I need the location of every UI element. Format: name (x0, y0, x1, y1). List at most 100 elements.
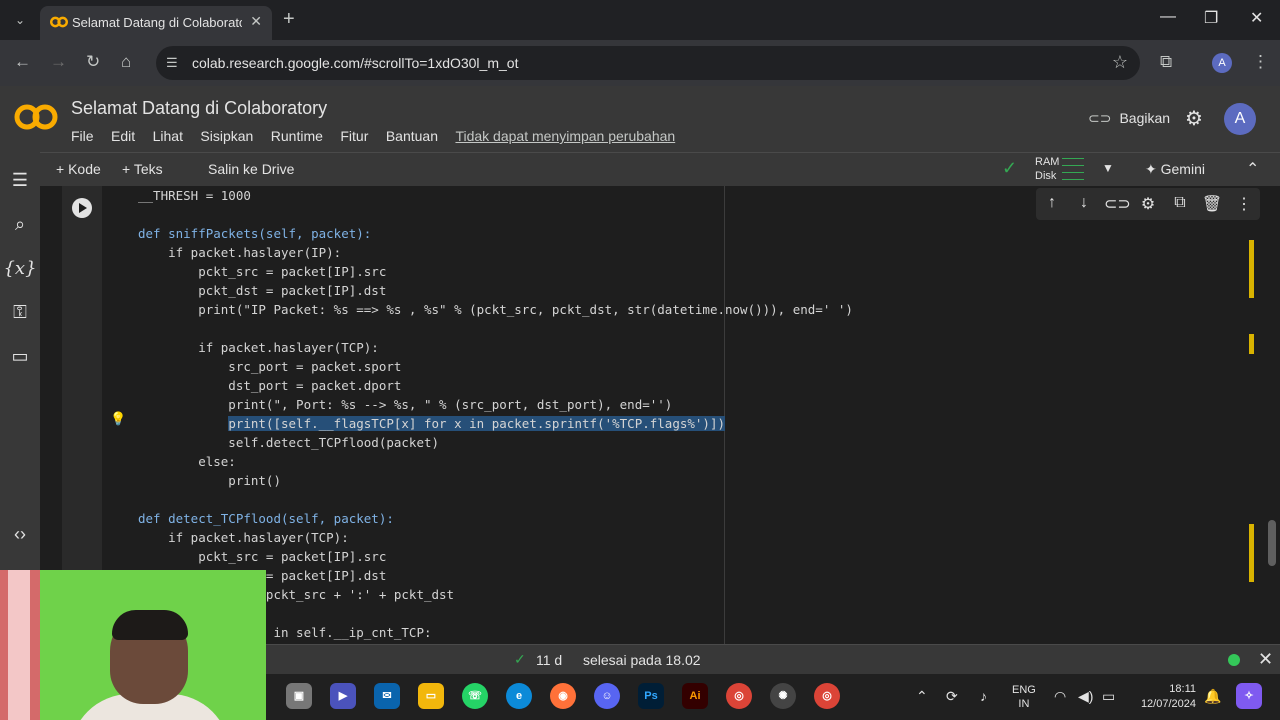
run-cell-button[interactable] (72, 198, 92, 218)
code-line[interactable]: if packet.haslayer(TCP): (138, 528, 853, 547)
whatsapp-icon[interactable]: ☏ (462, 683, 488, 709)
menu-edit[interactable]: Edit (111, 128, 135, 144)
files-folder-icon[interactable]: ▭ (0, 346, 40, 367)
add-text-button[interactable]: + Teks (122, 161, 163, 177)
mail-icon[interactable]: ✉ (374, 683, 400, 709)
illustrator-icon[interactable]: Ai (682, 683, 708, 709)
meet-icon[interactable]: ▶ (330, 683, 356, 709)
table-of-contents-icon[interactable]: ☰ (0, 170, 40, 191)
code-line[interactable]: def detect_TCPflood(self, packet): (138, 509, 853, 528)
code-line[interactable]: __THRESH = 1000 (138, 186, 853, 205)
code-snippets-icon[interactable]: ‹› (0, 524, 40, 545)
collapse-header-icon[interactable]: ⌃ (1246, 159, 1259, 179)
code-line[interactable]: if packet.haslayer(IP): (138, 243, 853, 262)
bookmark-star-icon[interactable]: ☆ (1112, 52, 1128, 73)
browser-menu-icon[interactable]: ⋮ (1252, 52, 1269, 72)
menu-file[interactable]: File (71, 128, 94, 144)
code-line[interactable]: print([self.__flagsTCP[x] for x in packe… (138, 414, 853, 433)
add-code-button[interactable]: + Kode (56, 161, 101, 177)
ram-meter (1062, 158, 1084, 166)
notebook-title[interactable]: Selamat Datang di Colaboratory (71, 98, 327, 119)
tab-close-icon[interactable]: ✕ (250, 13, 262, 30)
colab-logo-icon[interactable] (14, 102, 58, 132)
reload-icon[interactable]: ↻ (86, 52, 100, 72)
photoshop-icon[interactable]: Ps (638, 683, 664, 709)
user-avatar[interactable]: A (1224, 103, 1256, 135)
mirror-cell-icon[interactable]: ⧉ (1168, 194, 1192, 212)
code-line[interactable]: src_port = packet.sport (138, 357, 853, 376)
copilot-icon[interactable]: ✧ (1236, 683, 1262, 709)
menu-runtime[interactable]: Runtime (271, 128, 323, 144)
code-line[interactable]: print("IP Packet: %s ==> %s , %s" % (pck… (138, 300, 853, 319)
gemini-button[interactable]: ✦ Gemini (1145, 161, 1205, 178)
code-line[interactable]: self.detect_TCPflood(packet) (138, 433, 853, 452)
runtime-dropdown-icon[interactable]: ▼ (1102, 161, 1114, 175)
scroll-marker (1249, 524, 1254, 582)
site-info-icon[interactable]: ☰ (166, 55, 178, 71)
menu-help[interactable]: Bantuan (386, 128, 438, 144)
resource-monitor[interactable]: RAM Disk (1035, 155, 1059, 183)
address-bar[interactable]: ☰ colab.research.google.com/#scrollTo=1x… (156, 46, 1140, 80)
forward-icon[interactable]: → (50, 52, 67, 72)
share-button[interactable]: ⊂⊃ Bagikan (1088, 110, 1170, 127)
task-view-icon[interactable]: ▣ (286, 683, 312, 709)
chrome-icon[interactable]: ◎ (726, 683, 752, 709)
openai-icon[interactable]: ✺ (770, 683, 796, 709)
extensions-icon[interactable]: ⧉ (1160, 52, 1172, 72)
delete-cell-icon[interactable]: 🗑 (1200, 194, 1224, 214)
volume-icon[interactable]: ◀) (1078, 688, 1093, 705)
unsaved-changes-link[interactable]: Tidak dapat menyimpan perubahan (455, 128, 675, 144)
code-line[interactable]: dst_port = packet.dport (138, 376, 853, 395)
minimize-icon[interactable]: — (1160, 8, 1176, 26)
notification-bell-icon[interactable]: 🔔 (1204, 688, 1221, 705)
tab-search-icon[interactable]: ⌄ (8, 8, 32, 32)
browser-profile-avatar[interactable]: A (1212, 53, 1232, 73)
file-explorer-icon[interactable]: ▭ (418, 683, 444, 709)
code-line[interactable] (138, 490, 853, 509)
menu-tools[interactable]: Fitur (340, 128, 368, 144)
settings-gear-icon[interactable]: ⚙ (1185, 106, 1203, 131)
code-line[interactable]: else: (138, 452, 853, 471)
code-line[interactable]: print(", Port: %s --> %s, " % (src_port,… (138, 395, 853, 414)
code-line[interactable] (138, 319, 853, 338)
chrome-profile-icon[interactable]: ◎ (814, 683, 840, 709)
lightbulb-icon[interactable]: 💡 (110, 411, 126, 427)
system-clock[interactable]: 18:11 12/07/2024 (1134, 682, 1196, 712)
move-down-icon[interactable]: ↓ (1072, 194, 1096, 212)
code-line[interactable]: print() (138, 471, 853, 490)
cell-link-icon[interactable]: ⊂⊃ (1104, 194, 1131, 214)
menu-view[interactable]: Lihat (153, 128, 183, 144)
code-line[interactable] (138, 205, 853, 224)
notebook-scrollbar[interactable] (1268, 520, 1276, 566)
copy-to-drive-button[interactable]: Salin ke Drive (208, 161, 294, 177)
restore-icon[interactable]: ❐ (1204, 8, 1218, 28)
wifi-icon[interactable]: ◠ (1054, 688, 1066, 705)
code-line[interactable]: if packet.haslayer(TCP): (138, 338, 853, 357)
secrets-key-icon[interactable]: ⚿ (0, 302, 40, 323)
code-line[interactable]: pckt_dst = packet[IP].dst (138, 281, 853, 300)
code-line[interactable]: pckt_src = packet[IP].src (138, 262, 853, 281)
discord-icon[interactable]: ☺ (594, 683, 620, 709)
language-indicator[interactable]: ENG IN (1012, 683, 1036, 711)
code-line[interactable]: pckt_src = packet[IP].src (138, 547, 853, 566)
back-icon[interactable]: ← (14, 52, 31, 72)
battery-icon[interactable]: ▭ (1102, 688, 1115, 705)
window-close-icon[interactable]: ✕ (1250, 8, 1263, 28)
search-icon[interactable]: ⌕ (0, 214, 40, 235)
move-up-icon[interactable]: ↑ (1040, 194, 1064, 212)
new-tab-icon[interactable]: + (283, 8, 295, 30)
home-icon[interactable]: ⌂ (121, 52, 131, 72)
code-line[interactable]: def sniffPackets(self, packet): (138, 224, 853, 243)
firefox-icon[interactable]: ◉ (550, 683, 576, 709)
edge-icon[interactable]: e (506, 683, 532, 709)
more-actions-icon[interactable]: ⋮ (1232, 194, 1256, 214)
browser-tab[interactable]: Selamat Datang di Colaboratory ✕ (40, 6, 272, 40)
sync-icon[interactable]: ⟳ (946, 688, 958, 705)
variables-icon[interactable]: {x} (0, 258, 40, 279)
microphone-icon[interactable]: ♪ (980, 688, 987, 704)
tray-overflow-icon[interactable]: ⌃ (916, 688, 928, 705)
menu-insert[interactable]: Sisipkan (200, 128, 253, 144)
cell-settings-icon[interactable]: ⚙ (1136, 194, 1160, 214)
status-close-icon[interactable]: ✕ (1258, 649, 1273, 670)
